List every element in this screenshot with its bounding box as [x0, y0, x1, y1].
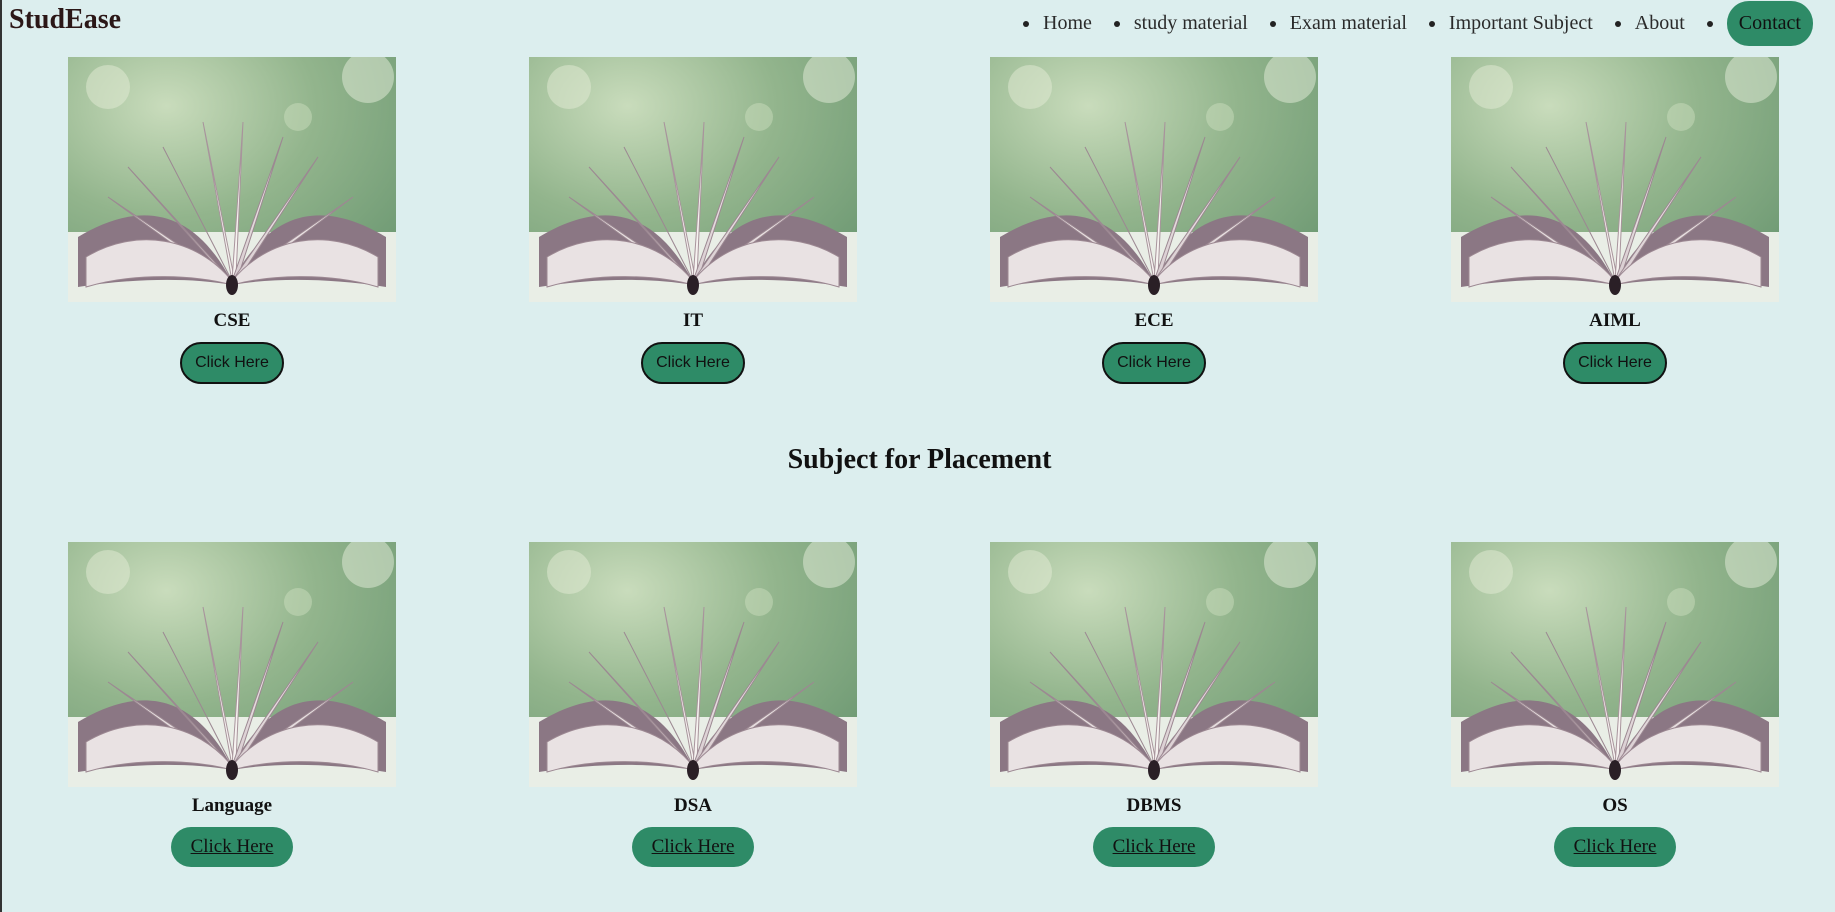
open-book-image	[990, 57, 1318, 302]
nav-about[interactable]: About	[1615, 6, 1685, 41]
placement-title: DBMS	[1126, 795, 1182, 816]
branch-title: ECE	[1134, 310, 1174, 331]
placement-title: Language	[191, 795, 273, 816]
branch-click-button[interactable]: Click Here	[1102, 342, 1206, 384]
placement-click-link[interactable]: Click Here	[170, 827, 294, 867]
open-book-image	[68, 57, 396, 302]
open-book-image	[68, 542, 396, 787]
branch-click-button[interactable]: Click Here	[641, 342, 745, 384]
nav-contact-button[interactable]: Contact	[1707, 1, 1813, 46]
branch-click-button[interactable]: Click Here	[180, 342, 284, 384]
nav-home[interactable]: Home	[1023, 6, 1092, 41]
open-book-image	[990, 542, 1318, 787]
open-book-image	[1451, 57, 1779, 302]
branch-card-aiml: AIML Click Here	[1451, 57, 1779, 384]
placement-card-os: OS Click Here	[1451, 542, 1779, 867]
branch-card-it: IT Click Here	[529, 57, 857, 384]
placement-card-dsa: DSA Click Here	[529, 542, 857, 867]
placement-heading: Subject for Placement	[787, 444, 1052, 475]
placement-click-link[interactable]: Click Here	[1092, 827, 1216, 867]
nav-study-material[interactable]: study material	[1114, 6, 1248, 41]
main-nav: Home study material Exam material Import…	[1001, 0, 1813, 47]
placement-click-link[interactable]: Click Here	[1553, 827, 1677, 867]
branch-title: AIML	[1589, 310, 1641, 331]
nav-exam-material[interactable]: Exam material	[1270, 6, 1407, 41]
nav-important-subject[interactable]: Important Subject	[1429, 6, 1593, 41]
branch-card-cse: CSE Click Here	[68, 57, 396, 384]
branch-title: CSE	[213, 310, 251, 331]
placement-click-link[interactable]: Click Here	[631, 827, 755, 867]
branch-title: IT	[682, 310, 704, 331]
placement-card-dbms: DBMS Click Here	[990, 542, 1318, 867]
branch-click-button[interactable]: Click Here	[1563, 342, 1667, 384]
branch-card-ece: ECE Click Here	[990, 57, 1318, 384]
placement-title: OS	[1602, 795, 1628, 816]
placement-card-language: Language Click Here	[68, 542, 396, 867]
open-book-image	[529, 57, 857, 302]
open-book-image	[1451, 542, 1779, 787]
brand-logo[interactable]: StudEase	[9, 4, 121, 36]
open-book-image	[529, 542, 857, 787]
placement-title: DSA	[673, 795, 712, 816]
